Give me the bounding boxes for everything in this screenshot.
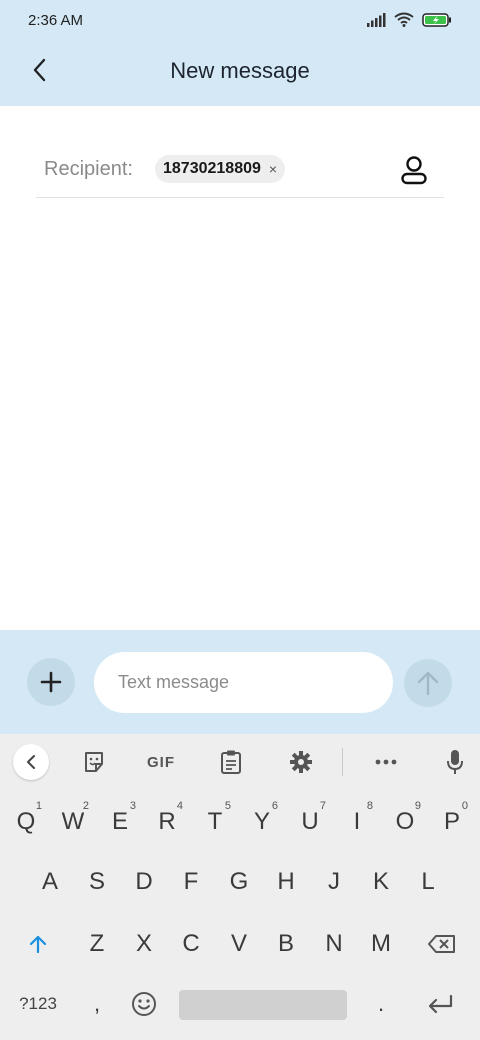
- key-y[interactable]: Y6: [238, 794, 286, 850]
- chevron-left-icon: [27, 755, 35, 769]
- key-e[interactable]: E3: [96, 794, 144, 850]
- status-icons: [366, 12, 452, 32]
- page-title: New message: [170, 58, 310, 83]
- key-w[interactable]: W2: [49, 794, 97, 850]
- keyboard-collapse-button[interactable]: [13, 744, 49, 780]
- key-u[interactable]: U7: [286, 794, 334, 850]
- wifi-icon: [394, 12, 414, 32]
- backspace-key[interactable]: [418, 916, 466, 972]
- gear-icon: [290, 751, 312, 773]
- key-s[interactable]: S: [73, 854, 121, 910]
- settings-button[interactable]: [283, 746, 319, 778]
- enter-icon: [428, 994, 453, 1014]
- more-icon: [375, 759, 397, 765]
- key-j[interactable]: J: [310, 854, 358, 910]
- key-q[interactable]: Q1: [2, 794, 50, 850]
- clipboard-button[interactable]: [213, 746, 249, 778]
- comma-key[interactable]: ,: [73, 976, 121, 1032]
- key-o[interactable]: O9: [381, 794, 429, 850]
- battery-icon: [422, 12, 452, 32]
- status-time: 2:36 AM: [28, 12, 84, 29]
- key-z[interactable]: Z: [73, 916, 121, 972]
- key-m[interactable]: M: [357, 916, 405, 972]
- app-bar: 2:36 AM New message: [0, 0, 480, 106]
- period-key[interactable]: .: [357, 976, 405, 1032]
- emoji-icon: [132, 992, 156, 1016]
- key-r[interactable]: R4: [143, 794, 191, 850]
- key-row-2: A S D F G H J K L: [0, 854, 480, 914]
- shift-icon: [29, 935, 47, 954]
- emoji-key[interactable]: [120, 976, 168, 1032]
- space-key[interactable]: [179, 990, 347, 1020]
- voice-input-button[interactable]: [437, 746, 473, 778]
- sticker-button[interactable]: [76, 746, 112, 778]
- key-row-3: Z X C V B N M: [0, 916, 480, 976]
- keyboard: GIF Q1 W2 E3 R4 T5 Y6 U7 I8 O9 P0 A S D …: [0, 734, 480, 1040]
- key-c[interactable]: C: [167, 916, 215, 972]
- recipient-row: Recipient: 18730218809 ×: [36, 140, 444, 198]
- enter-key[interactable]: [416, 976, 464, 1032]
- plus-icon: [40, 671, 62, 693]
- key-b[interactable]: B: [262, 916, 310, 972]
- send-button[interactable]: [404, 659, 452, 707]
- message-input[interactable]: [94, 652, 393, 713]
- gif-label: GIF: [147, 753, 175, 771]
- recipient-chip[interactable]: 18730218809 ×: [155, 155, 286, 183]
- remove-recipient-button[interactable]: ×: [269, 161, 277, 177]
- backspace-icon: [428, 935, 455, 953]
- key-t[interactable]: T5: [191, 794, 239, 850]
- more-button[interactable]: [368, 746, 404, 778]
- key-a[interactable]: A: [26, 854, 74, 910]
- keyboard-toolbar: GIF: [0, 734, 480, 790]
- compose-bar: [0, 630, 480, 734]
- key-row-1: Q1 W2 E3 R4 T5 Y6 U7 I8 O9 P0: [0, 794, 480, 854]
- clipboard-icon: [221, 750, 241, 774]
- key-x[interactable]: X: [120, 916, 168, 972]
- key-i[interactable]: I8: [333, 794, 381, 850]
- key-k[interactable]: K: [357, 854, 405, 910]
- toolbar-divider: [342, 748, 343, 776]
- key-p[interactable]: P0: [428, 794, 476, 850]
- symbols-key[interactable]: ?123: [14, 976, 62, 1032]
- recipient-label: Recipient:: [44, 158, 133, 180]
- arrow-up-icon: [417, 671, 439, 696]
- key-n[interactable]: N: [310, 916, 358, 972]
- gif-button[interactable]: GIF: [143, 746, 179, 778]
- key-v[interactable]: V: [215, 916, 263, 972]
- microphone-icon: [447, 750, 463, 774]
- shift-key[interactable]: [14, 916, 62, 972]
- sticker-icon: [85, 752, 103, 772]
- person-icon: [401, 156, 427, 185]
- key-d[interactable]: D: [120, 854, 168, 910]
- signal-icon: [366, 12, 386, 32]
- key-h[interactable]: H: [262, 854, 310, 910]
- key-g[interactable]: G: [215, 854, 263, 910]
- contacts-button[interactable]: [396, 152, 432, 188]
- key-l[interactable]: L: [404, 854, 452, 910]
- key-f[interactable]: F: [167, 854, 215, 910]
- recipient-chip-number: 18730218809: [163, 160, 261, 177]
- attach-button[interactable]: [27, 658, 75, 706]
